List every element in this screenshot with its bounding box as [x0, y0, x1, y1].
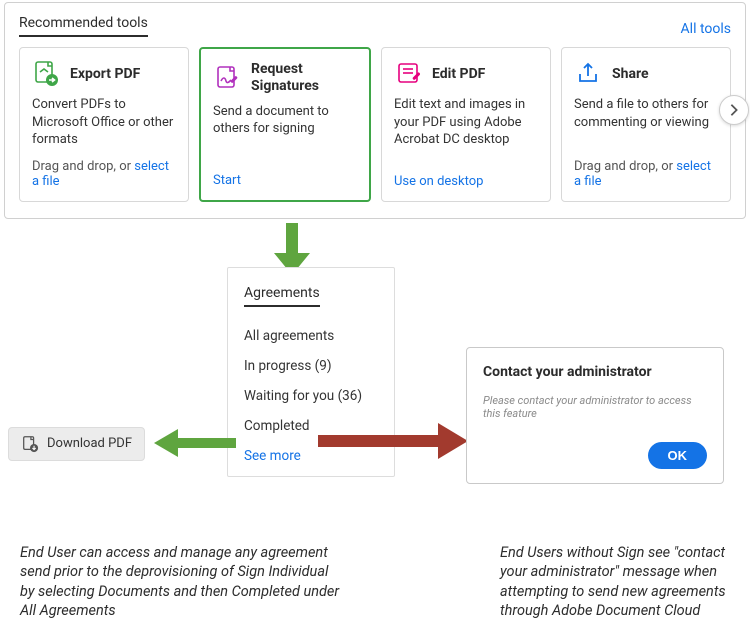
card-description: Send a file to others for commenting or …	[574, 96, 718, 149]
tool-cards-row: Export PDF Convert PDFs to Microsoft Off…	[19, 47, 731, 202]
arrow-left-icon	[152, 427, 236, 459]
card-title: Share	[612, 66, 649, 83]
all-tools-link[interactable]: All tools	[681, 21, 731, 37]
scroll-next-button[interactable]	[719, 95, 749, 125]
download-pdf-icon	[21, 435, 39, 453]
agreements-title: Agreements	[244, 285, 320, 307]
recommended-tools-panel: Recommended tools All tools Export PDF C…	[4, 2, 746, 219]
export-pdf-icon	[32, 60, 60, 88]
card-description: Send a document to others for signing	[213, 103, 357, 163]
start-link[interactable]: Start	[213, 173, 241, 188]
card-footer: Drag and drop, or select a file	[574, 159, 718, 189]
contact-admin-dialog: Contact your administrator Please contac…	[466, 347, 724, 484]
agreements-in-progress[interactable]: In progress (9)	[244, 351, 380, 381]
card-description: Edit text and images in your PDF using A…	[394, 96, 538, 164]
panel-header: Recommended tools All tools	[19, 15, 731, 37]
card-share[interactable]: Share Send a file to others for commenti…	[561, 47, 731, 202]
download-pdf-button[interactable]: Download PDF	[8, 427, 145, 461]
section-title: Recommended tools	[19, 15, 148, 37]
card-description: Convert PDFs to Microsoft Office or othe…	[32, 96, 176, 149]
agreements-waiting-for-you[interactable]: Waiting for you (36)	[244, 381, 380, 411]
dialog-title: Contact your administrator	[483, 364, 707, 380]
card-footer: Drag and drop, or select a file	[32, 159, 176, 189]
chevron-right-icon	[727, 103, 741, 117]
card-export-pdf[interactable]: Export PDF Convert PDFs to Microsoft Off…	[19, 47, 189, 202]
footer-prefix: Drag and drop, or	[574, 159, 676, 174]
agreements-completed[interactable]: Completed	[244, 411, 380, 441]
caption-left: End User can access and manage any agree…	[20, 543, 340, 621]
agreements-panel: Agreements All agreements In progress (9…	[227, 267, 395, 477]
edit-pdf-icon	[394, 60, 422, 88]
agreements-all[interactable]: All agreements	[244, 321, 380, 351]
footer-prefix: Drag and drop, or	[32, 159, 134, 174]
card-request-signatures[interactable]: Request Signatures Send a document to ot…	[199, 47, 371, 202]
captions-row: End User can access and manage any agree…	[0, 517, 750, 633]
dialog-message: Please contact your administrator to acc…	[483, 394, 707, 420]
card-title: Request Signatures	[251, 61, 357, 95]
diagram-area: Download PDF Agreements All agreements I…	[0, 227, 750, 517]
caption-right: End Users without Sign see "contact your…	[430, 543, 730, 621]
use-on-desktop-link[interactable]: Use on desktop	[394, 174, 483, 189]
signature-icon	[213, 64, 241, 92]
share-icon	[574, 60, 602, 88]
download-pdf-label: Download PDF	[47, 436, 132, 451]
card-title: Export PDF	[70, 66, 140, 83]
card-edit-pdf[interactable]: Edit PDF Edit text and images in your PD…	[381, 47, 551, 202]
card-title: Edit PDF	[432, 66, 485, 83]
ok-button[interactable]: OK	[648, 442, 708, 469]
agreements-see-more-link[interactable]: See more	[244, 441, 380, 464]
